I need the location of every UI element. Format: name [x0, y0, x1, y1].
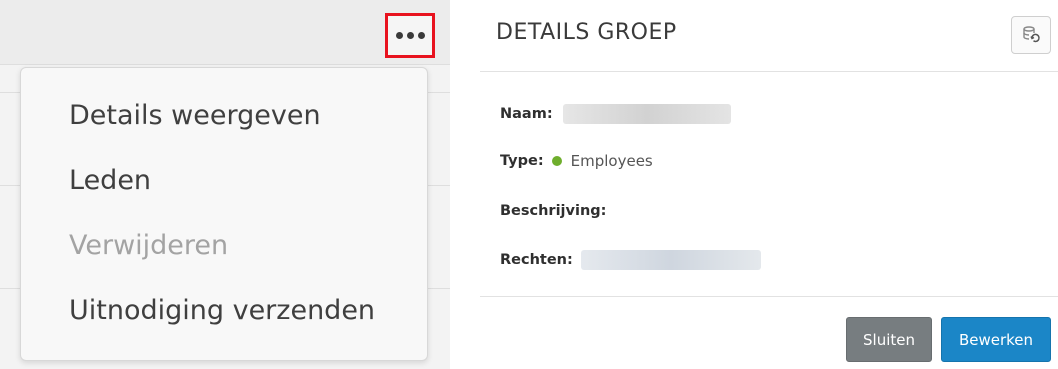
context-menu: Details weergeven Leden Verwijderen Uitn… [20, 67, 428, 361]
panel-title: DETAILS GROEP [496, 20, 677, 45]
more-options-button[interactable] [385, 13, 435, 58]
more-horizontal-icon [395, 32, 425, 39]
footer-divider [480, 296, 1058, 297]
redacted-rights-value [580, 250, 761, 270]
field-rights: Rechten: [500, 249, 761, 271]
type-value: Employees [570, 152, 653, 170]
redacted-name-value [562, 104, 731, 124]
details-panel: DETAILS GROEP Naam: Type: Employees Besc… [480, 0, 1058, 369]
refresh-database-icon [1023, 26, 1040, 43]
panel-header: DETAILS GROEP [480, 0, 1058, 72]
field-name: Naam: [500, 103, 731, 125]
menu-item-members[interactable]: Leden [69, 165, 151, 196]
menu-item-delete: Verwijderen [69, 230, 229, 261]
name-label: Naam: [500, 106, 553, 122]
menu-item-send-invitation[interactable]: Uitnodiging verzenden [69, 295, 375, 326]
close-button[interactable]: Sluiten [846, 317, 932, 362]
row-divider [0, 64, 450, 65]
rights-label: Rechten: [500, 252, 573, 268]
description-label: Beschrijving: [500, 203, 607, 219]
status-dot-icon [551, 156, 562, 166]
list-row [0, 0, 450, 64]
field-description: Beschrijving: [500, 200, 606, 222]
menu-item-details[interactable]: Details weergeven [69, 100, 321, 131]
edit-button[interactable]: Bewerken [941, 317, 1051, 362]
type-label: Type: [500, 153, 544, 169]
refresh-button[interactable] [1011, 16, 1051, 54]
field-type: Type: Employees [500, 150, 653, 172]
